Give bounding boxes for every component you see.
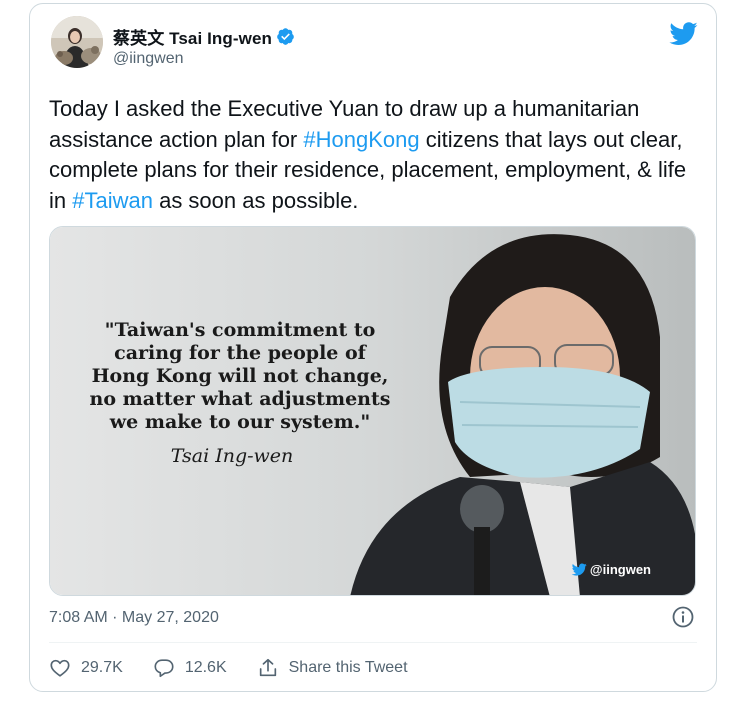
- quote-line: we make to our system.": [109, 411, 371, 433]
- tweet-text-segment: as soon as possible.: [152, 187, 359, 213]
- info-icon[interactable]: [671, 605, 695, 629]
- author-names[interactable]: 蔡英文 Tsai Ing-wen @iingwen: [113, 24, 295, 68]
- heart-icon: [50, 659, 70, 677]
- tweet-timestamp[interactable]: 7:08 AM · May 27, 2020: [49, 609, 219, 627]
- quote-line: caring for the people of: [114, 342, 366, 364]
- like-count: 29.7K: [81, 659, 123, 676]
- tweet-actions: 29.7K 12.6K Share this Tweet: [49, 654, 438, 682]
- avatar[interactable]: [51, 16, 103, 68]
- image-watermark: @iingwen: [571, 562, 651, 577]
- hashtag-taiwan-link[interactable]: #Taiwan: [72, 188, 153, 213]
- quote-line: "Taiwan's commitment to: [104, 319, 376, 341]
- hashtag-hongkong-link[interactable]: #HongKong: [303, 127, 419, 152]
- quote-line: no matter what adjustments: [89, 388, 391, 410]
- reply-count: 12.6K: [184, 659, 227, 676]
- share-icon: [259, 658, 276, 677]
- divider: [49, 642, 697, 643]
- tweet-card[interactable]: 蔡英文 Tsai Ing-wen @iingwen Today I asked …: [29, 3, 717, 692]
- reply-bubble-icon: [154, 659, 174, 678]
- tweet-text: Today I asked the Executive Yuan to draw…: [49, 94, 699, 216]
- twitter-bird-icon: [571, 562, 587, 576]
- tweet-image[interactable]: "Taiwan's commitment to caring for the p…: [49, 226, 696, 596]
- quote-line: Hong Kong will not change,: [91, 365, 389, 387]
- share-label: Share this Tweet: [288, 659, 408, 676]
- twitter-bird-icon[interactable]: [668, 22, 698, 47]
- handle[interactable]: @iingwen: [113, 50, 295, 68]
- quote-author: Tsai Ing-wen: [170, 445, 294, 467]
- verified-badge-icon: [277, 27, 294, 45]
- image-quote: "Taiwan's commitment to caring for the p…: [70, 319, 410, 434]
- reply-button[interactable]: 12.6K: [153, 657, 227, 679]
- share-button[interactable]: Share this Tweet: [257, 657, 408, 679]
- like-button[interactable]: 29.7K: [49, 657, 123, 679]
- watermark-handle: @iingwen: [589, 562, 651, 577]
- display-name[interactable]: 蔡英文 Tsai Ing-wen: [113, 24, 272, 49]
